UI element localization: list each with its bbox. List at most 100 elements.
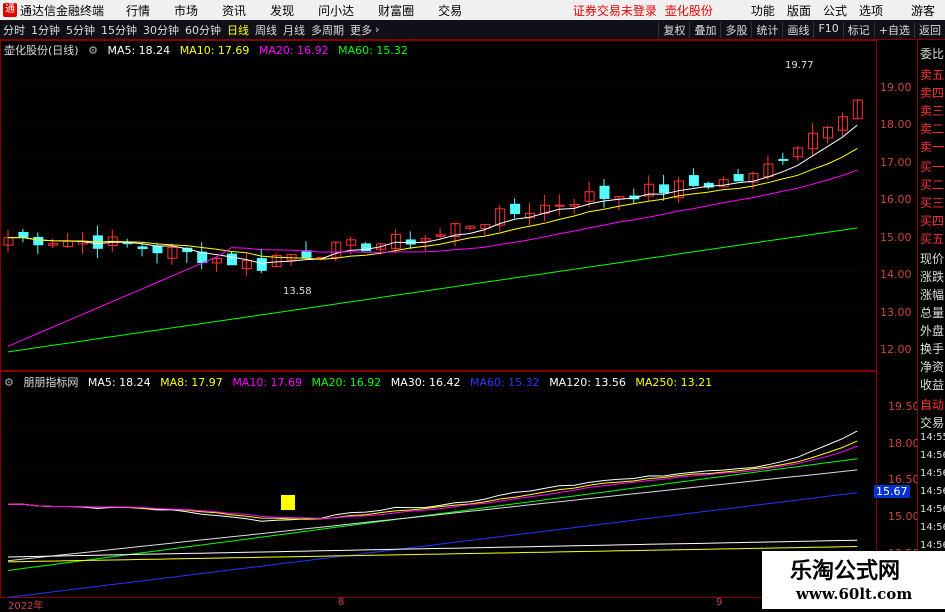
btn-draw[interactable]: 画线 <box>782 21 813 38</box>
axis-label-sub: 19.50 <box>888 400 920 413</box>
period-5min[interactable]: 5分钟 <box>63 22 98 38</box>
chart-area[interactable]: 壶化股份(日线) ⚙ MA5: 18.24 MA10: 17.69 MA20: … <box>0 40 920 612</box>
legend-ma20: MA20: 16.92 <box>258 44 329 57</box>
side-label: 买三 <box>920 196 945 210</box>
side-label: 买五 <box>920 232 945 246</box>
period-30min[interactable]: 30分钟 <box>140 22 182 38</box>
menu-quotes[interactable]: 行情 <box>114 2 162 19</box>
current-stock-name: 壶化股份 <box>664 3 713 18</box>
chart-svg <box>0 40 877 598</box>
menu-news[interactable]: 资讯 <box>210 2 258 19</box>
btn-multistock[interactable]: 多股 <box>720 21 751 38</box>
period-daily[interactable]: 日线 <box>224 22 252 38</box>
candle-body <box>405 239 416 245</box>
axis-label-sub: 18.00 <box>888 437 920 450</box>
side-label: 换手 <box>920 342 945 356</box>
sub-ma30-line <box>7 469 858 562</box>
candle-body <box>510 203 521 215</box>
menu-market[interactable]: 市场 <box>162 2 210 19</box>
btn-mark[interactable]: 标记 <box>842 21 874 38</box>
menu-formula[interactable]: 公式 <box>817 2 853 19</box>
side-label: 外盘 <box>920 324 945 338</box>
menu-layout[interactable]: 版面 <box>781 2 817 19</box>
login-warning[interactable]: 证券交易未登录 <box>573 2 657 19</box>
btn-f10[interactable]: F10 <box>813 21 842 38</box>
side-label: 买二 <box>920 178 945 192</box>
axis-label-main: 15.00 <box>880 231 912 244</box>
side-label: 卖三 <box>920 104 945 118</box>
app-title: 通达信金融终端 <box>20 3 105 18</box>
candle-body <box>197 251 208 264</box>
candle-body <box>33 236 44 246</box>
chevron-right-icon[interactable]: › <box>375 23 379 36</box>
main-legend: 壶化股份(日线) ⚙ MA5: 18.24 MA10: 17.69 MA20: … <box>4 42 414 58</box>
btn-back[interactable]: 返回 <box>914 21 945 38</box>
date-label-year: 2022年 <box>8 601 44 612</box>
menu-options[interactable]: 选项 <box>853 2 889 19</box>
watermark-title: 乐淘公式网 <box>790 558 901 584</box>
sub-price-tag: 15.67 <box>874 485 910 498</box>
period-timeshare[interactable]: 分时 <box>0 22 28 38</box>
period-1min[interactable]: 1分钟 <box>28 22 63 38</box>
side-time: 14:55 <box>920 432 945 443</box>
date-label-month: 9 <box>716 597 723 608</box>
menu-bar: 通 通达信金融终端 行情 市场 资讯 发现 问小达 财富圈 交易 证券交易未登录… <box>0 0 945 20</box>
btn-overlay[interactable]: 叠加 <box>689 21 720 38</box>
side-label: 委比 <box>920 47 945 61</box>
legend-ma60: MA60: 15.32 <box>338 44 408 57</box>
candle-body <box>152 245 163 254</box>
candle-body <box>227 253 237 266</box>
period-multi[interactable]: 多周期 <box>308 22 347 38</box>
side-time: 14:56 <box>920 468 945 479</box>
side-label: 卖一 <box>920 140 945 154</box>
menu-ask[interactable]: 问小达 <box>306 2 366 19</box>
side-label: 涨跌 <box>920 270 945 284</box>
signal-marker <box>281 495 295 510</box>
period-more[interactable]: 更多 <box>347 22 375 38</box>
sub-legend-ma8: MA8: 17.97 <box>160 376 223 389</box>
axis-label-sub: 15.00 <box>888 510 920 523</box>
candle-body <box>688 175 699 186</box>
app-logo-icon: 通 <box>3 3 17 17</box>
candle-body <box>137 246 148 250</box>
btn-add-watchlist[interactable]: +自选 <box>873 21 914 38</box>
indicator-settings-icon[interactable]: ⚙ <box>4 376 14 389</box>
menu-trade[interactable]: 交易 <box>426 2 474 19</box>
candle-body <box>256 258 267 271</box>
sub-legend-ma120: MA120: 13.56 <box>549 376 626 389</box>
side-label: 涨幅 <box>920 288 945 302</box>
main-panel-frame <box>0 40 877 371</box>
menu-discover[interactable]: 发现 <box>258 2 306 19</box>
sub-legend-ma5: MA5: 18.24 <box>87 376 151 389</box>
btn-stats[interactable]: 统计 <box>751 21 782 38</box>
period-15min[interactable]: 15分钟 <box>98 22 140 38</box>
period-monthly[interactable]: 月线 <box>280 22 308 38</box>
side-label: 收益 <box>920 378 945 392</box>
side-time: 14:56 <box>920 522 945 533</box>
settings-gear-icon[interactable]: ⚙ <box>88 44 98 57</box>
axis-label-main: 12.00 <box>880 343 912 356</box>
side-label: 买四 <box>920 214 945 228</box>
period-60min[interactable]: 60分钟 <box>182 22 224 38</box>
candle-body <box>733 174 744 182</box>
period-toolbar: 分时 1分钟 5分钟 15分钟 30分钟 60分钟 日线 周线 月线 多周期 更… <box>0 20 945 40</box>
side-label: 买一 <box>920 160 945 174</box>
guest-user[interactable]: 游客 <box>889 2 945 19</box>
side-time: 14:56 <box>920 504 945 515</box>
legend-ma10: MA10: 17.69 <box>179 44 250 57</box>
main-chart-title: 壶化股份(日线) <box>4 44 79 57</box>
side-label: 卖五 <box>920 68 945 82</box>
menu-function[interactable]: 功能 <box>745 2 781 19</box>
sub-chart-title: 朋朋指标网 <box>23 376 79 389</box>
sub-legend-ma250: MA250: 13.21 <box>635 376 713 389</box>
watermark-url: www.60lt.com <box>796 585 913 603</box>
menu-wealth[interactable]: 财富圈 <box>366 2 426 19</box>
btn-adjust[interactable]: 复权 <box>658 21 689 38</box>
candle-body <box>599 185 610 199</box>
high-price-annotation: 19.77 <box>785 60 814 71</box>
candle-body <box>554 204 565 207</box>
low-price-annotation: 13.58 <box>283 286 312 297</box>
side-label-auto[interactable]: 自动 <box>920 396 945 413</box>
period-weekly[interactable]: 周线 <box>252 22 280 38</box>
side-label-trade[interactable]: 交易 <box>920 414 945 431</box>
